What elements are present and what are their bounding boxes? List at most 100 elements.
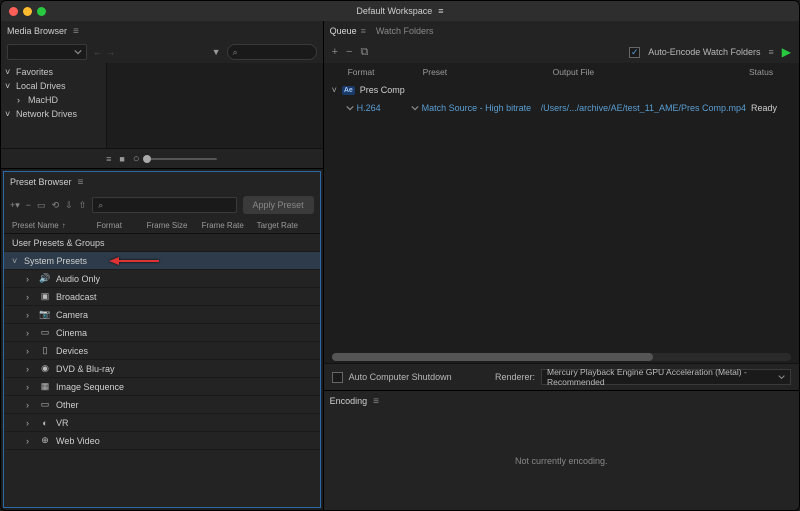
preset-group-system[interactable]: ˅ System Presets: [4, 252, 320, 270]
queue-item-name: Pres Comp: [360, 85, 405, 95]
col-output: Output File: [553, 67, 749, 77]
preset-category[interactable]: › ▯ Devices: [4, 342, 320, 360]
col-frame-size[interactable]: Frame Size: [147, 221, 202, 230]
remove-source-icon[interactable]: −: [346, 46, 352, 59]
preset-category[interactable]: › ▦ Image Sequence: [4, 378, 320, 396]
queue-item-parent[interactable]: ˅ Ae Pres Comp: [328, 81, 795, 99]
tab-label: Queue: [330, 26, 357, 36]
chevron-right-icon: ›: [26, 292, 34, 302]
preset-category[interactable]: › 🔊 Audio Only: [4, 270, 320, 288]
col-preset-name[interactable]: Preset Name: [12, 221, 59, 230]
media-browser-path-dropdown[interactable]: [7, 44, 87, 60]
chevron-right-icon: ›: [26, 418, 34, 428]
renderer-value: Mercury Playback Engine GPU Acceleration…: [547, 367, 778, 387]
hamburger-icon[interactable]: ≡: [769, 47, 774, 57]
preset-category[interactable]: › ⊕ Web Video: [4, 432, 320, 450]
tab-queue[interactable]: Queue ≡: [330, 26, 366, 36]
app-window: Default Workspace ≡ Media Browser ≡ ← →: [0, 0, 800, 511]
preset-category[interactable]: › ▣ Broadcast: [4, 288, 320, 306]
disc-icon: ◉: [38, 363, 52, 374]
workspace-selector[interactable]: Default Workspace ≡: [356, 6, 443, 16]
col-preset: Preset: [423, 67, 553, 77]
auto-encode-checkbox[interactable]: ✓: [629, 47, 640, 58]
duplicate-icon[interactable]: ⧉: [360, 46, 368, 59]
panel-menu-icon[interactable]: ≡: [73, 26, 79, 37]
tree-label: Local Drives: [16, 81, 66, 91]
main-area: Media Browser ≡ ← → ▼ ⌕: [1, 21, 799, 510]
auto-shutdown-label: Auto Computer Shutdown: [349, 372, 452, 382]
preset-search-input[interactable]: ⌕: [92, 197, 236, 213]
renderer-dropdown[interactable]: Mercury Playback Engine GPU Acceleration…: [541, 369, 791, 385]
col-target-rate[interactable]: Target Rate: [257, 221, 312, 230]
minimize-window-button[interactable]: [23, 7, 32, 16]
list-view-icon[interactable]: ≡: [106, 154, 111, 164]
thumbnail-size-slider[interactable]: [147, 158, 217, 160]
preset-label: Cinema: [56, 328, 87, 338]
back-arrow-icon[interactable]: ←: [93, 47, 102, 57]
col-format: Format: [348, 67, 423, 77]
apply-preset-label: Apply Preset: [253, 200, 304, 210]
chevron-right-icon: ›: [26, 400, 34, 410]
group-label: User Presets & Groups: [12, 238, 105, 248]
preset-label: Image Sequence: [56, 382, 124, 392]
filter-icon[interactable]: ▼: [212, 47, 221, 57]
media-browser-search[interactable]: ⌕: [227, 44, 317, 60]
maximize-window-button[interactable]: [37, 7, 46, 16]
new-group-icon[interactable]: ▭: [37, 200, 46, 211]
chevron-right-icon: ›: [26, 382, 34, 392]
tree-favorites[interactable]: ˅ Favorites: [5, 65, 102, 79]
delete-preset-icon[interactable]: −: [26, 200, 31, 211]
format-value: H.264: [357, 103, 381, 113]
preset-label: VR: [56, 418, 69, 428]
tab-label: Watch Folders: [376, 26, 434, 36]
output-path: /Users/.../archive/AE/test_11_AME/Pres C…: [541, 103, 746, 113]
preset-category[interactable]: › ◐ VR: [4, 414, 320, 432]
queue-item-output[interactable]: H.264 Match Source - High bitrate /Users…: [328, 99, 795, 117]
tab-watch-folders[interactable]: Watch Folders: [376, 26, 434, 36]
format-dropdown[interactable]: H.264: [346, 103, 406, 113]
tree-local-drives[interactable]: ˅ Local Drives: [5, 79, 102, 93]
apply-preset-button[interactable]: Apply Preset: [243, 196, 314, 214]
speaker-icon: 🔊: [38, 273, 52, 284]
search-icon: ⌕: [233, 47, 238, 58]
chevron-right-icon: ›: [17, 95, 25, 105]
preset-category[interactable]: › ◉ DVD & Blu-ray: [4, 360, 320, 378]
encoding-status: Not currently encoding.: [515, 456, 608, 466]
tree-machd[interactable]: › MacHD: [5, 93, 102, 107]
add-source-icon[interactable]: +: [332, 46, 338, 59]
queue-panel: Queue ≡ Watch Folders + − ⧉ ✓ Auto-E: [324, 21, 799, 390]
tree-network-drives[interactable]: ˅ Network Drives: [5, 107, 102, 121]
close-window-button[interactable]: [9, 7, 18, 16]
encoding-header: Encoding ≡: [324, 391, 799, 411]
export-icon[interactable]: ⇧: [79, 200, 87, 211]
preset-category[interactable]: › 📷 Camera: [4, 306, 320, 324]
col-frame-rate[interactable]: Frame Rate: [202, 221, 257, 230]
panel-menu-icon[interactable]: ≡: [373, 396, 379, 407]
panel-menu-icon[interactable]: ≡: [78, 177, 84, 188]
preset-group-user[interactable]: User Presets & Groups: [4, 234, 320, 252]
right-column: Queue ≡ Watch Folders + − ⧉ ✓ Auto-E: [324, 21, 799, 510]
tree-label: Favorites: [16, 67, 53, 77]
forward-arrow-icon[interactable]: →: [106, 47, 115, 57]
search-icon: ⌕: [98, 200, 103, 211]
preset-category[interactable]: › ▭ Other: [4, 396, 320, 414]
devices-icon: ▯: [38, 345, 52, 356]
preset-dropdown[interactable]: Match Source - High bitrate: [411, 103, 536, 113]
preset-category[interactable]: › ▭ Cinema: [4, 324, 320, 342]
col-format[interactable]: Format: [97, 221, 147, 230]
media-browser-panel: Media Browser ≡ ← → ▼ ⌕: [1, 21, 323, 169]
thumbnail-view-icon[interactable]: ■: [119, 154, 124, 164]
add-preset-icon[interactable]: +▾: [10, 200, 20, 211]
auto-encode-label: Auto-Encode Watch Folders: [648, 47, 760, 57]
output-file-link[interactable]: /Users/.../archive/AE/test_11_AME/Pres C…: [541, 103, 746, 113]
start-queue-button[interactable]: ▶: [782, 45, 791, 59]
preset-label: Broadcast: [56, 292, 97, 302]
chevron-right-icon: ›: [26, 310, 34, 320]
horizontal-scrollbar[interactable]: [332, 353, 791, 361]
sync-icon[interactable]: ⟲: [52, 200, 60, 211]
import-icon[interactable]: ⇩: [65, 200, 73, 211]
auto-shutdown-checkbox[interactable]: [332, 372, 343, 383]
left-column: Media Browser ≡ ← → ▼ ⌕: [1, 21, 324, 510]
zoom-out-icon: ○: [133, 153, 140, 165]
broadcast-icon: ▣: [38, 291, 52, 302]
